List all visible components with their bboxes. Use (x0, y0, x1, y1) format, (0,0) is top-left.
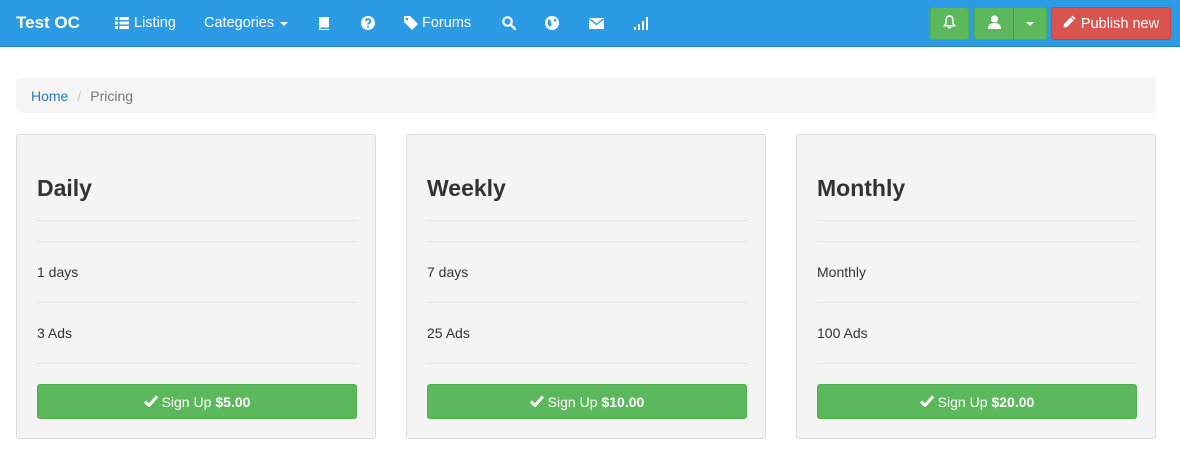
tag-icon (404, 16, 418, 30)
plan-title: Weekly (427, 175, 506, 201)
signup-weekly-button[interactable]: Sign Up $10.00 (427, 384, 747, 419)
user-account-button[interactable] (974, 7, 1014, 40)
plan-ads: 100 Ads (817, 325, 868, 341)
publish-new-label: Publish new (1080, 15, 1160, 32)
signal-icon (634, 16, 648, 30)
divider (817, 241, 1137, 242)
globe-icon (545, 16, 559, 30)
check-icon (143, 394, 162, 410)
notifications-button[interactable] (930, 7, 969, 40)
envelope-icon (589, 17, 604, 29)
user-icon (987, 15, 1001, 32)
divider (37, 241, 357, 242)
plan-duration: Monthly (817, 264, 867, 280)
signup-price: $5.00 (215, 393, 251, 410)
signup-price: $10.00 (601, 393, 645, 410)
caret-down-icon (280, 22, 289, 26)
nav-stats[interactable] (634, 0, 648, 46)
book-icon (318, 16, 330, 30)
plan-duration: 7 days (427, 264, 469, 280)
publish-new-button[interactable]: Publish new (1051, 7, 1171, 40)
divider (37, 220, 357, 221)
nav-map[interactable] (545, 0, 559, 46)
signup-monthly-button[interactable]: Sign Up $20.00 (817, 384, 1137, 419)
divider (817, 220, 1137, 221)
question-circle-icon (361, 16, 375, 30)
plan-duration: 1 days (37, 264, 79, 280)
nav-help[interactable] (361, 0, 375, 46)
nav-contact[interactable] (589, 0, 604, 46)
divider (427, 220, 747, 221)
breadcrumb-home-link[interactable]: Home (31, 88, 68, 104)
nav-book[interactable] (318, 0, 330, 46)
divider (427, 241, 747, 242)
pencil-icon (1063, 15, 1081, 32)
nav-forums[interactable]: Forums (404, 0, 471, 46)
breadcrumb-current: Pricing (90, 87, 134, 104)
brand-logo[interactable]: Test OC (16, 13, 80, 33)
search-icon (502, 16, 516, 30)
nav-search[interactable] (502, 0, 516, 46)
pricing-card-daily: Daily 1 days 3 Ads Sign Up $5.00 (16, 134, 376, 439)
plan-title: Daily (37, 175, 92, 201)
breadcrumb-separator: / (77, 87, 82, 104)
caret-down-icon (1026, 21, 1034, 26)
list-icon (115, 17, 129, 29)
divider (427, 363, 747, 364)
plan-title: Monthly (817, 175, 906, 201)
signup-label: Sign Up (161, 393, 212, 410)
signup-daily-button[interactable]: Sign Up $5.00 (37, 384, 357, 419)
plan-ads: 25 Ads (427, 325, 470, 341)
nav-forums-label: Forums (422, 15, 472, 31)
signup-price: $20.00 (991, 393, 1035, 410)
user-menu-toggle[interactable] (1013, 7, 1047, 40)
divider (37, 363, 357, 364)
check-icon (919, 394, 938, 410)
breadcrumb: Home / Pricing (16, 78, 1156, 113)
divider (817, 302, 1137, 303)
divider (37, 302, 357, 303)
nav-listing[interactable]: Listing (115, 0, 176, 46)
nav-categories-dropdown[interactable]: Categories (204, 0, 289, 46)
nav-categories-label: Categories (204, 15, 275, 31)
check-icon (529, 394, 548, 410)
plan-ads: 3 Ads (37, 325, 73, 341)
signup-label: Sign Up (937, 393, 988, 410)
signup-label: Sign Up (547, 393, 598, 410)
divider (817, 363, 1137, 364)
divider (427, 302, 747, 303)
pricing-card-weekly: Weekly 7 days 25 Ads Sign Up $10.00 (406, 134, 766, 439)
top-navbar: Test OC Listing Categories Forums Publis… (0, 0, 1180, 47)
nav-listing-label: Listing (134, 15, 176, 31)
bell-icon (942, 15, 957, 32)
pricing-card-monthly: Monthly Monthly 100 Ads Sign Up $20.00 (796, 134, 1156, 439)
